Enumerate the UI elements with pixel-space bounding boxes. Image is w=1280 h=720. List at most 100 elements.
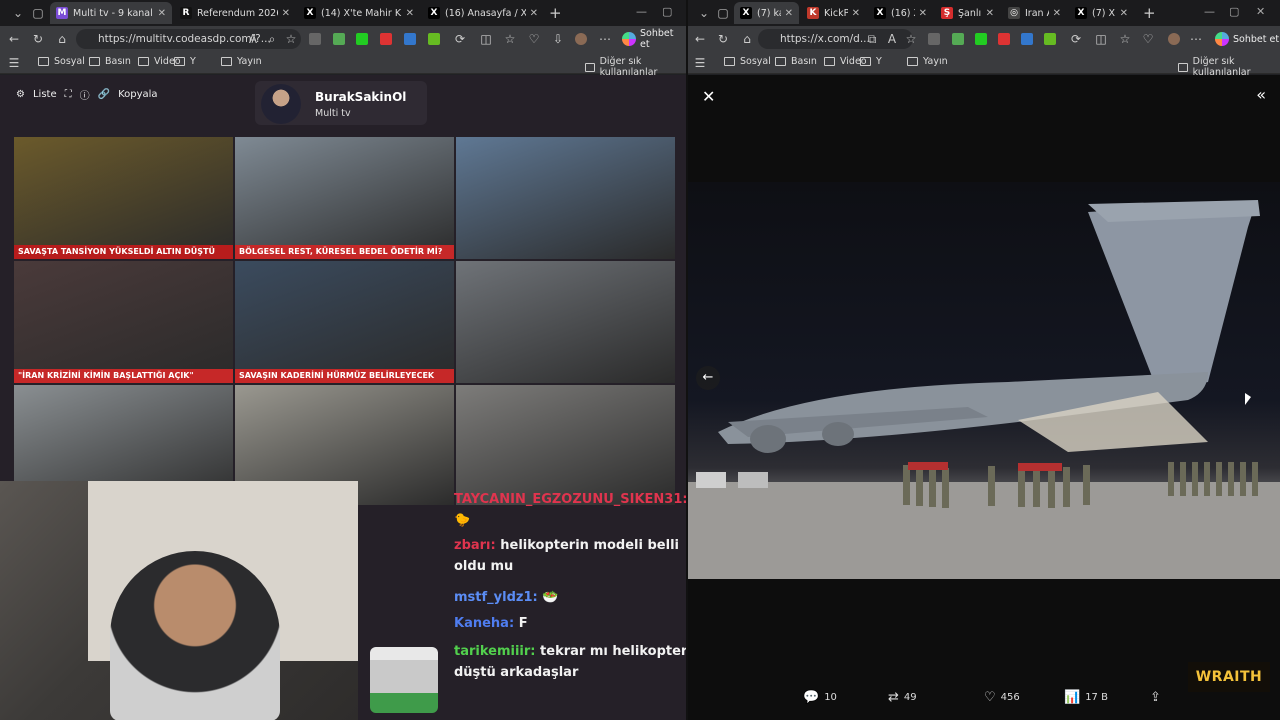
settings-icon[interactable]: ⚙ bbox=[16, 89, 25, 100]
close-window-icon[interactable]: ✕ bbox=[1256, 5, 1265, 18]
workspaces-icon[interactable]: ▢ bbox=[30, 5, 46, 21]
collapse-panel-icon[interactable]: « bbox=[1256, 85, 1266, 104]
extension-icon[interactable] bbox=[428, 33, 440, 45]
browser-tab[interactable]: Ş Şanlı ba ✕ bbox=[935, 2, 1000, 24]
split-icon[interactable]: ⧉ bbox=[864, 31, 880, 47]
list-button[interactable]: Liste bbox=[33, 89, 57, 100]
tab-close-icon[interactable]: ✕ bbox=[1053, 8, 1061, 19]
link-icon[interactable]: 🔗 bbox=[98, 89, 110, 100]
refresh-icon[interactable]: ↻ bbox=[715, 31, 731, 47]
close-icon[interactable]: ✕ bbox=[702, 87, 715, 106]
back-icon[interactable]: ← bbox=[692, 31, 708, 47]
maximize-icon[interactable]: ▢ bbox=[662, 5, 672, 18]
channel-stream[interactable]: BÖLGESEL REST, KÜRESEL BEDEL ÖDETİR Mİ? bbox=[235, 137, 454, 259]
channel-stream[interactable]: "İRAN KRİZİNİ KİMİN BAŞLATTIĞI AÇIK" bbox=[14, 261, 233, 383]
post-image[interactable]: ← bbox=[688, 182, 1280, 579]
menu-icon[interactable]: ⋯ bbox=[597, 31, 613, 47]
zoom-icon[interactable]: ⌕ bbox=[264, 31, 280, 47]
read-aloud-icon[interactable]: A bbox=[245, 31, 261, 47]
previous-image-button[interactable]: ← bbox=[696, 366, 720, 390]
extension-icon[interactable] bbox=[1044, 33, 1056, 45]
tab-close-icon[interactable]: ✕ bbox=[986, 8, 994, 19]
extension-icon[interactable] bbox=[928, 33, 940, 45]
refresh-icon[interactable]: ↻ bbox=[30, 31, 46, 47]
new-tab-button[interactable]: + bbox=[1143, 4, 1156, 22]
extension-icon[interactable] bbox=[952, 33, 964, 45]
minimize-icon[interactable]: — bbox=[1204, 5, 1215, 18]
avatar[interactable] bbox=[1168, 33, 1180, 45]
channel-stream[interactable] bbox=[456, 261, 675, 383]
extension-icon[interactable] bbox=[333, 33, 345, 45]
read-aloud-icon[interactable]: A bbox=[884, 31, 900, 47]
browser-tab[interactable]: X (7) kata ✕ bbox=[734, 2, 799, 24]
bookmark-folder[interactable]: Y bbox=[860, 56, 882, 67]
bookmark-folder[interactable]: Basın bbox=[89, 56, 131, 67]
info-icon[interactable]: ⓘ bbox=[80, 87, 90, 102]
browser-tab[interactable]: K KickPee ✕ bbox=[801, 2, 866, 24]
tab-close-icon[interactable]: ✕ bbox=[1120, 8, 1128, 19]
tab-close-icon[interactable]: ✕ bbox=[785, 8, 793, 19]
extension-icon[interactable] bbox=[998, 33, 1010, 45]
back-icon[interactable]: ← bbox=[6, 31, 22, 47]
bookmark-folder[interactable]: Yayın bbox=[221, 56, 262, 67]
tab-close-icon[interactable]: ✕ bbox=[919, 8, 927, 19]
tab-actions-icon[interactable]: ⌄ bbox=[696, 5, 712, 21]
reading-list-icon[interactable]: ☰ bbox=[692, 55, 708, 71]
extension-icon[interactable] bbox=[356, 33, 368, 45]
fullscreen-icon[interactable]: ⛶ bbox=[65, 89, 72, 100]
browser-tab[interactable]: X (16) Anasayfa / X ✕ bbox=[422, 2, 544, 24]
tab-close-icon[interactable]: ✕ bbox=[158, 8, 166, 19]
copilot-button[interactable]: Sohbet et bbox=[622, 28, 686, 50]
bookmark-folder[interactable]: Basın bbox=[775, 56, 817, 67]
extension-icon[interactable] bbox=[404, 33, 416, 45]
tab-close-icon[interactable]: ✕ bbox=[530, 8, 538, 19]
minimize-icon[interactable]: — bbox=[636, 5, 647, 18]
reading-list-icon[interactable]: ☰ bbox=[6, 55, 22, 71]
home-icon[interactable]: ⌂ bbox=[54, 31, 70, 47]
bookmark-folder[interactable]: Yayın bbox=[907, 56, 948, 67]
channel-stream[interactable]: SAVAŞIN KADERİNİ HÜRMÜZ BELİRLEYECEK bbox=[235, 261, 454, 383]
avatar[interactable] bbox=[575, 33, 587, 45]
home-icon[interactable]: ⌂ bbox=[739, 31, 755, 47]
copilot-button[interactable]: Sohbet et bbox=[1215, 30, 1279, 48]
extensions-icon[interactable]: ⟳ bbox=[1068, 31, 1084, 47]
views-button[interactable]: 📊 17 B bbox=[1064, 690, 1108, 705]
split-screen-icon[interactable]: ◫ bbox=[1093, 31, 1109, 47]
channel-stream[interactable]: SAVAŞTA TANSİYON YÜKSELDİ ALTIN DÜŞTÜ bbox=[14, 137, 233, 259]
favorites-icon[interactable]: ☆ bbox=[1117, 31, 1133, 47]
collections-icon[interactable]: ♡ bbox=[1140, 31, 1156, 47]
extension-icon[interactable] bbox=[380, 33, 392, 45]
extension-icon[interactable] bbox=[1021, 33, 1033, 45]
channel-stream[interactable] bbox=[456, 137, 675, 259]
streamer-profile[interactable]: BurakSakinOl Multi tv bbox=[255, 81, 427, 125]
extensions-icon[interactable]: ⟳ bbox=[452, 31, 468, 47]
share-button[interactable]: ⇪ bbox=[1150, 690, 1166, 705]
browser-tab[interactable]: ◎ İran Alt ✕ bbox=[1002, 2, 1067, 24]
bookmark-folder[interactable]: Y bbox=[174, 56, 196, 67]
workspaces-icon[interactable]: ▢ bbox=[715, 5, 731, 21]
tab-close-icon[interactable]: ✕ bbox=[406, 8, 414, 19]
favorite-star-icon[interactable]: ☆ bbox=[903, 31, 919, 47]
repost-button[interactable]: ⇄ 49 bbox=[888, 690, 917, 705]
new-tab-button[interactable]: + bbox=[549, 4, 562, 22]
reply-button[interactable]: 💬 10 bbox=[803, 690, 837, 705]
menu-icon[interactable]: ⋯ bbox=[1188, 31, 1204, 47]
browser-tab[interactable]: R Referendum 2026, oggi ✕ bbox=[174, 2, 296, 24]
browser-tab[interactable]: M Multi tv - 9 kanal izleni ✕ bbox=[50, 2, 172, 24]
collections-icon[interactable]: ♡ bbox=[526, 31, 542, 47]
favorites-icon[interactable]: ☆ bbox=[502, 31, 518, 47]
tab-close-icon[interactable]: ✕ bbox=[282, 8, 290, 19]
favorite-star-icon[interactable]: ☆ bbox=[283, 31, 299, 47]
copy-button[interactable]: Kopyala bbox=[118, 89, 157, 100]
downloads-icon[interactable]: ⇩ bbox=[550, 31, 566, 47]
tab-close-icon[interactable]: ✕ bbox=[852, 8, 860, 19]
browser-tab[interactable]: X (7) X Pr ✕ bbox=[1069, 2, 1134, 24]
maximize-icon[interactable]: ▢ bbox=[1229, 5, 1239, 18]
bookmark-folder[interactable]: Sosyal bbox=[38, 56, 85, 67]
browser-tab[interactable]: X (14) X'te Mahir KILIÇ: "G ✕ bbox=[298, 2, 420, 24]
extension-icon[interactable] bbox=[975, 33, 987, 45]
like-button[interactable]: ♡ 456 bbox=[984, 690, 1020, 705]
bookmark-folder[interactable]: Sosyal bbox=[724, 56, 771, 67]
extension-icon[interactable] bbox=[309, 33, 321, 45]
tab-actions-icon[interactable]: ⌄ bbox=[10, 5, 26, 21]
